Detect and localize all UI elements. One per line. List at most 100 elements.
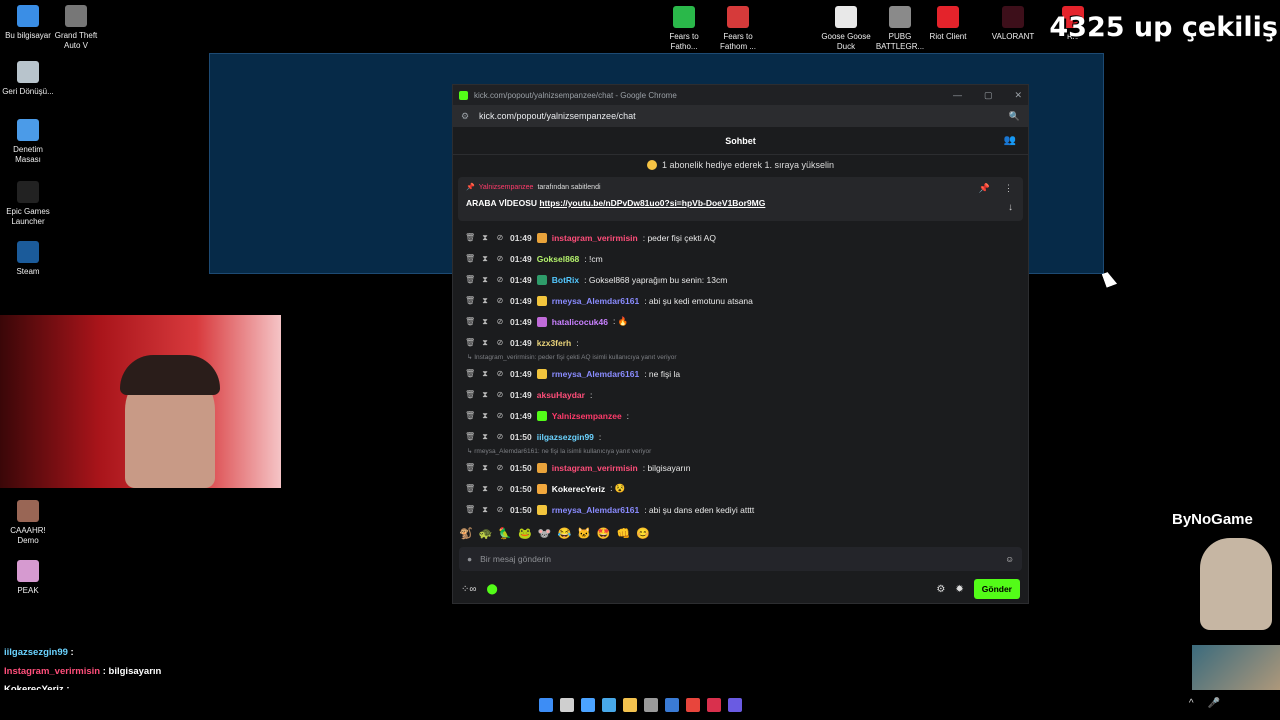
minimize-icon[interactable]: — xyxy=(953,90,962,101)
chat-message[interactable]: 🗑 ⧗ ⊘ 01:50 KokerecYeriz: 😵 xyxy=(465,478,1016,499)
ban-icon[interactable]: ⊘ xyxy=(495,275,505,284)
maximize-icon[interactable]: ▢ xyxy=(984,90,993,101)
desktop-icon[interactable]: Fears to Fatho... xyxy=(656,6,712,52)
emote-icon[interactable]: 🐢 xyxy=(479,527,493,540)
message-input[interactable]: Bir mesaj gönderin xyxy=(480,554,551,564)
emote-icon[interactable]: 👊 xyxy=(617,527,631,540)
message-username[interactable]: aksuHaydar xyxy=(537,390,585,400)
message-username[interactable]: BotRix xyxy=(552,275,579,285)
pinned-by-user[interactable]: Yalnizsempanzee xyxy=(479,184,534,191)
pinned-link[interactable]: https://youtu.be/nDPvDw81uo0?si=hpVb-Doe… xyxy=(539,198,765,208)
ban-icon[interactable]: ⊘ xyxy=(495,463,505,472)
timeout-icon[interactable]: ⧗ xyxy=(480,432,490,442)
message-username[interactable]: rmeysa_Alemdar6161 xyxy=(552,505,639,515)
timeout-icon[interactable]: ⧗ xyxy=(480,411,490,421)
taskbar-app-icon[interactable] xyxy=(539,698,553,712)
ban-icon[interactable]: ⊘ xyxy=(495,317,505,326)
taskbar-app-icon[interactable] xyxy=(686,698,700,712)
timeout-icon[interactable]: ⧗ xyxy=(480,390,490,400)
chat-message[interactable]: 🗑 ⧗ ⊘ 01:49 hatalicocuk46: 🔥 xyxy=(465,311,1016,332)
site-settings-icon[interactable]: ⚙ xyxy=(461,111,471,122)
taskbar-app-icon[interactable] xyxy=(623,698,637,712)
mod-tools-icon[interactable]: ✹ xyxy=(955,584,963,595)
delete-message-icon[interactable]: 🗑 xyxy=(465,505,475,514)
desktop-icon[interactable]: Riot Client xyxy=(920,6,976,42)
settings-icon[interactable]: ⚙ xyxy=(936,584,945,595)
ban-icon[interactable]: ⊘ xyxy=(495,432,505,441)
message-username[interactable]: rmeysa_Alemdar6161 xyxy=(552,369,639,379)
desktop-icon[interactable]: Goose Goose Duck xyxy=(818,6,874,52)
timeout-icon[interactable]: ⧗ xyxy=(480,254,490,264)
emote-icon[interactable]: 🐒 xyxy=(459,527,473,540)
users-icon[interactable]: 👥 xyxy=(1004,135,1016,146)
taskbar-app-icon[interactable] xyxy=(665,698,679,712)
emote-icon[interactable]: 🐱 xyxy=(577,527,591,540)
timeout-icon[interactable]: ⧗ xyxy=(480,463,490,473)
ban-icon[interactable]: ⊘ xyxy=(495,233,505,242)
emote-icon[interactable]: 🐸 xyxy=(518,527,532,540)
chat-message[interactable]: 🗑 ⧗ ⊘ 01:49 kzx3ferh: xyxy=(465,332,1016,353)
delete-message-icon[interactable]: 🗑 xyxy=(465,317,475,326)
message-username[interactable]: Goksel868 xyxy=(537,254,580,264)
message-username[interactable]: hatalicocuk46 xyxy=(552,317,608,327)
delete-message-icon[interactable]: 🗑 xyxy=(465,411,475,420)
kick-small-icon[interactable]: ⬤ xyxy=(487,584,498,595)
desktop-icon[interactable]: PEAK xyxy=(0,560,56,596)
delete-message-icon[interactable]: 🗑 xyxy=(465,369,475,378)
delete-message-icon[interactable]: 🗑 xyxy=(465,390,475,399)
desktop-icon[interactable]: Steam xyxy=(0,241,56,277)
delete-message-icon[interactable]: 🗑 xyxy=(465,432,475,441)
ban-icon[interactable]: ⊘ xyxy=(495,254,505,263)
delete-message-icon[interactable]: 🗑 xyxy=(465,275,475,284)
message-username[interactable]: instagram_verirmisin xyxy=(552,463,638,473)
message-username[interactable]: KokerecYeriz xyxy=(552,484,605,494)
chat-message[interactable]: 🗑 ⧗ ⊘ 01:49 rmeysa_Alemdar6161: ne fişi la xyxy=(465,363,1016,384)
timeout-icon[interactable]: ⧗ xyxy=(480,296,490,306)
chat-message[interactable]: 🗑 ⧗ ⊘ 01:49 instagram_verirmisin: peder fişi… xyxy=(465,227,1016,248)
send-button[interactable]: Gönder xyxy=(973,579,1020,599)
message-username[interactable]: iilgazsezgin99 xyxy=(537,432,594,442)
message-username[interactable]: kzx3ferh xyxy=(537,338,572,348)
message-username[interactable]: rmeysa_Alemdar6161 xyxy=(552,296,639,306)
message-input-row[interactable]: ● Bir mesaj gönderin ☺ xyxy=(459,547,1022,571)
emoji-picker-icon[interactable]: ☺ xyxy=(1005,554,1014,564)
timeout-icon[interactable]: ⧗ xyxy=(480,338,490,348)
timeout-icon[interactable]: ⧗ xyxy=(480,317,490,327)
taskbar-app-icon[interactable] xyxy=(644,698,658,712)
microphone-icon[interactable]: 🎤 xyxy=(1208,698,1220,709)
ban-icon[interactable]: ⊘ xyxy=(495,338,505,347)
chat-message[interactable]: 🗑 ⧗ ⊘ 01:50 rmeysa_Alemdar6161: abi şu dans … xyxy=(465,499,1016,520)
more-options-icon[interactable]: ⋮ xyxy=(1004,183,1013,194)
address-bar[interactable]: ⚙ kick.com/popout/yalnizsempanzee/chat 🔍 xyxy=(453,105,1028,127)
chat-message[interactable]: 🗑 ⧗ ⊘ 01:49 Yalnizsempanzee: xyxy=(465,405,1016,426)
desktop-icon[interactable]: Grand Theft Auto V xyxy=(48,5,104,51)
desktop-icon[interactable]: Epic Games Launcher xyxy=(0,181,56,227)
ban-icon[interactable]: ⊘ xyxy=(495,296,505,305)
emote-icon[interactable]: 😊 xyxy=(636,527,650,540)
window-titlebar[interactable]: kick.com/popout/yalnizsempanzee/chat - G… xyxy=(453,85,1028,105)
ban-icon[interactable]: ⊘ xyxy=(495,369,505,378)
emote-icon[interactable]: 😂 xyxy=(558,527,572,540)
tray-chevron-icon[interactable]: ^ xyxy=(1189,698,1194,709)
emote-icon[interactable]: 🦜 xyxy=(498,527,512,540)
chat-message[interactable]: 🗑 ⧗ ⊘ 01:49 Goksel868: !cm xyxy=(465,248,1016,269)
desktop-icon[interactable]: VALORANT xyxy=(985,6,1041,42)
delete-message-icon[interactable]: 🗑 xyxy=(465,484,475,493)
desktop-icon[interactable]: CAAAHR! Demo xyxy=(0,500,56,546)
zoom-search-icon[interactable]: 🔍 xyxy=(1009,111,1020,122)
ban-icon[interactable]: ⊘ xyxy=(495,390,505,399)
unpin-icon[interactable]: 📌 xyxy=(979,183,990,194)
chat-message[interactable]: 🗑 ⧗ ⊘ 01:49 aksuHaydar: xyxy=(465,384,1016,405)
ban-icon[interactable]: ⊘ xyxy=(495,505,505,514)
delete-message-icon[interactable]: 🗑 xyxy=(465,254,475,263)
chat-message[interactable]: 🗑 ⧗ ⊘ 01:50 iilgazsezgin99: xyxy=(465,426,1016,447)
timeout-icon[interactable]: ⧗ xyxy=(480,369,490,379)
timeout-icon[interactable]: ⧗ xyxy=(480,484,490,494)
delete-message-icon[interactable]: 🗑 xyxy=(465,296,475,305)
desktop-icon[interactable]: Denetim Masası xyxy=(0,119,56,165)
timeout-icon[interactable]: ⧗ xyxy=(480,233,490,243)
taskbar-app-icon[interactable] xyxy=(728,698,742,712)
close-icon[interactable]: ✕ xyxy=(1014,90,1022,101)
taskbar-app-icon[interactable] xyxy=(707,698,721,712)
taskbar-app-icon[interactable] xyxy=(602,698,616,712)
